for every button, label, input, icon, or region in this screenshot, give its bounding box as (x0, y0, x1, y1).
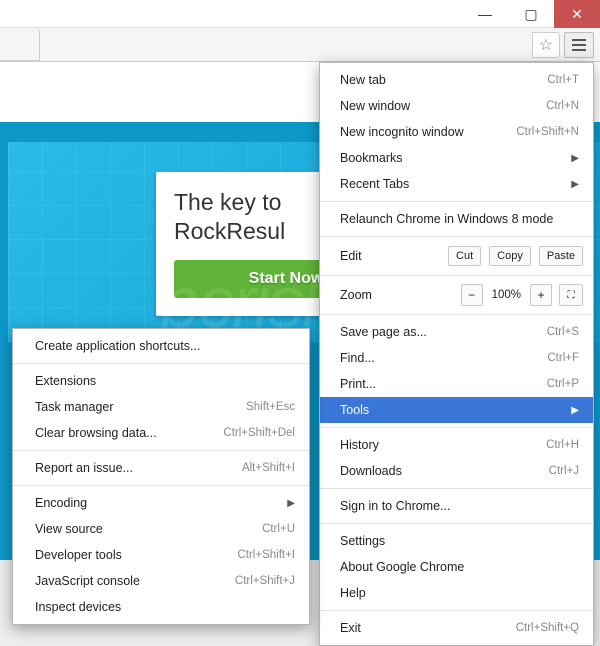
menu-bookmarks[interactable]: Bookmarks▶ (320, 145, 593, 171)
minimize-button[interactable]: — (462, 0, 508, 28)
submenu-task-manager[interactable]: Task managerShift+Esc (13, 394, 309, 420)
tools-submenu: Create application shortcuts... Extensio… (12, 328, 310, 625)
menu-separator (13, 450, 309, 451)
menu-settings[interactable]: Settings (320, 528, 593, 554)
chevron-right-icon: ▶ (571, 405, 579, 416)
menu-sign-in[interactable]: Sign in to Chrome... (320, 493, 593, 519)
submenu-extensions[interactable]: Extensions (13, 368, 309, 394)
menu-edit-label: Edit (340, 249, 440, 263)
menu-tools[interactable]: Tools▶ (320, 397, 593, 423)
chevron-right-icon: ▶ (287, 498, 295, 509)
menu-help[interactable]: Help (320, 580, 593, 606)
tab-stub[interactable] (0, 28, 40, 61)
submenu-report-issue[interactable]: Report an issue...Alt+Shift+I (13, 455, 309, 481)
menu-about[interactable]: About Google Chrome (320, 554, 593, 580)
paste-button[interactable]: Paste (539, 246, 583, 266)
submenu-view-source[interactable]: View sourceCtrl+U (13, 516, 309, 542)
menu-new-tab[interactable]: New tabCtrl+T (320, 67, 593, 93)
menu-recent-tabs[interactable]: Recent Tabs▶ (320, 171, 593, 197)
submenu-clear-browsing-data[interactable]: Clear browsing data...Ctrl+Shift+Del (13, 420, 309, 446)
submenu-create-shortcuts[interactable]: Create application shortcuts... (13, 333, 309, 359)
menu-separator (320, 236, 593, 237)
menu-separator (13, 485, 309, 486)
chrome-menu-button[interactable] (564, 32, 594, 58)
menu-save-page[interactable]: Save page as...Ctrl+S (320, 319, 593, 345)
menu-separator (320, 314, 593, 315)
menu-downloads[interactable]: DownloadsCtrl+J (320, 458, 593, 484)
fullscreen-button[interactable]: ⛶ (559, 284, 583, 306)
zoom-in-button[interactable]: + (530, 284, 552, 306)
submenu-encoding[interactable]: Encoding▶ (13, 490, 309, 516)
menu-print[interactable]: Print...Ctrl+P (320, 371, 593, 397)
window-titlebar: — ▢ ✕ (0, 0, 600, 28)
browser-toolbar: ☆ (0, 28, 600, 62)
close-button[interactable]: ✕ (554, 0, 600, 28)
menu-edit-row: Edit Cut Copy Paste (320, 241, 593, 271)
menu-history[interactable]: HistoryCtrl+H (320, 432, 593, 458)
cut-button[interactable]: Cut (448, 246, 481, 266)
bookmark-star-icon[interactable]: ☆ (532, 32, 560, 58)
menu-incognito[interactable]: New incognito windowCtrl+Shift+N (320, 119, 593, 145)
submenu-js-console[interactable]: JavaScript consoleCtrl+Shift+J (13, 568, 309, 594)
menu-separator (13, 363, 309, 364)
submenu-inspect-devices[interactable]: Inspect devices (13, 594, 309, 620)
zoom-value: 100% (487, 289, 526, 301)
chrome-main-menu: New tabCtrl+T New windowCtrl+N New incog… (319, 62, 594, 646)
menu-relaunch-win8[interactable]: Relaunch Chrome in Windows 8 mode (320, 206, 593, 232)
menu-find[interactable]: Find...Ctrl+F (320, 345, 593, 371)
submenu-developer-tools[interactable]: Developer toolsCtrl+Shift+I (13, 542, 309, 568)
menu-zoom-row: Zoom − 100% + ⛶ (320, 280, 593, 310)
zoom-out-button[interactable]: − (461, 284, 483, 306)
menu-separator (320, 201, 593, 202)
menu-separator (320, 427, 593, 428)
menu-separator (320, 610, 593, 611)
copy-button[interactable]: Copy (489, 246, 531, 266)
menu-zoom-label: Zoom (340, 288, 457, 302)
menu-exit[interactable]: ExitCtrl+Shift+Q (320, 615, 593, 641)
maximize-button[interactable]: ▢ (508, 0, 554, 28)
menu-separator (320, 523, 593, 524)
menu-separator (320, 488, 593, 489)
menu-new-window[interactable]: New windowCtrl+N (320, 93, 593, 119)
menu-separator (320, 275, 593, 276)
chevron-right-icon: ▶ (571, 153, 579, 164)
chevron-right-icon: ▶ (571, 179, 579, 190)
